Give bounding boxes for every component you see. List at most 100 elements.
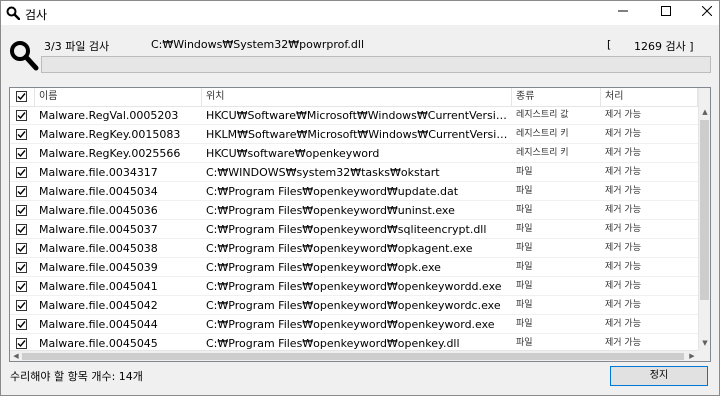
checkmark-icon	[17, 112, 26, 120]
table-row[interactable]: Malware.file.0045044 C:₩Program Files₩ope…	[10, 315, 698, 334]
stop-button[interactable]: 정지	[610, 366, 708, 386]
horizontal-scrollbar[interactable]: ◀ ▶	[10, 350, 698, 361]
row-action: 제거 가능	[605, 243, 641, 253]
table-row[interactable]: Malware.RegVal.0005203 HKCU₩Software₩Micr…	[10, 106, 698, 125]
row-location: C:₩Program Files₩openkeyword₩opkagent.ex…	[206, 242, 473, 255]
column-header-location[interactable]: 위치	[202, 88, 512, 106]
row-type: 파일	[516, 262, 533, 272]
checkmark-icon	[17, 207, 26, 215]
row-checkbox[interactable]	[16, 148, 27, 159]
row-location: C:₩Program Files₩openkeyword₩openkeyword…	[206, 318, 495, 331]
row-location: C:₩Program Files₩openkeyword₩uninst.exe	[206, 204, 455, 217]
row-checkbox[interactable]	[16, 338, 27, 349]
column-header-type[interactable]: 종류	[512, 88, 601, 106]
row-location: HKCU₩software₩openkeyword	[206, 147, 380, 160]
row-type: 레지스트리 키	[516, 129, 569, 139]
row-name: Malware.file.0045039	[39, 261, 158, 274]
table-row[interactable]: Malware.file.0045041 C:₩Program Files₩ope…	[10, 277, 698, 296]
table-row[interactable]: Malware.file.0034317 C:₩WINDOWS₩system32₩…	[10, 163, 698, 182]
row-checkbox[interactable]	[16, 243, 27, 254]
select-all-checkbox[interactable]	[16, 91, 27, 102]
row-checkbox[interactable]	[16, 205, 27, 216]
row-type: 파일	[516, 224, 533, 234]
table-row[interactable]: Malware.file.0045036 C:₩Program Files₩ope…	[10, 201, 698, 220]
result-list[interactable]: 이름 위치 종류 처리 Malware.RegVal.0005203 HKCU₩S…	[9, 87, 711, 362]
table-row[interactable]: Malware.RegKey.0025566 HKCU₩software₩open…	[10, 144, 698, 163]
table-row[interactable]: Malware.file.0045039 C:₩Program Files₩ope…	[10, 258, 698, 277]
vertical-scrollbar[interactable]: ▲ ▼	[698, 88, 710, 350]
maximize-icon	[661, 6, 671, 16]
row-checkbox[interactable]	[16, 129, 27, 140]
row-name: Malware.file.0045034	[39, 185, 158, 198]
list-header: 이름 위치 종류 처리	[10, 88, 710, 107]
checkmark-icon	[17, 131, 26, 139]
scroll-right-icon[interactable]: ▶	[686, 351, 698, 361]
column-header-action[interactable]: 처리	[601, 88, 698, 106]
row-checkbox[interactable]	[16, 281, 27, 292]
row-type: 파일	[516, 186, 533, 196]
current-scan-path: C:₩Windows₩System32₩powrprof.dll	[151, 38, 365, 51]
vertical-scroll-thumb[interactable]	[700, 120, 709, 300]
row-location: HKCU₩Software₩Microsoft₩Windows₩CurrentV…	[206, 109, 512, 122]
checkmark-icon	[17, 302, 26, 310]
checkmark-icon	[17, 226, 26, 234]
row-location: C:₩Program Files₩openkeyword₩update.dat	[206, 185, 459, 198]
row-action: 제거 가능	[605, 262, 641, 272]
row-checkbox[interactable]	[16, 319, 27, 330]
row-checkbox[interactable]	[16, 300, 27, 311]
row-type: 파일	[516, 281, 533, 291]
column-header-select-all[interactable]	[10, 88, 35, 106]
row-location: C:₩Program Files₩openkeyword₩openkeyword…	[206, 280, 502, 293]
scan-progress-bar	[41, 56, 711, 73]
table-row[interactable]: Malware.file.0045037 C:₩Program Files₩ope…	[10, 220, 698, 239]
column-header-name[interactable]: 이름	[35, 88, 202, 106]
table-row[interactable]: Malware.file.0045042 C:₩Program Files₩ope…	[10, 296, 698, 315]
checkmark-icon	[17, 245, 26, 253]
row-name: Malware.file.0045037	[39, 223, 158, 236]
row-type: 파일	[516, 167, 533, 177]
maximize-button[interactable]	[650, 1, 682, 25]
table-row[interactable]: Malware.file.0045038 C:₩Program Files₩ope…	[10, 239, 698, 258]
checkmark-icon	[17, 321, 26, 329]
checkmark-icon	[17, 150, 26, 158]
row-name: Malware.RegKey.0015083	[39, 128, 181, 141]
scan-count-bracket: [	[607, 38, 612, 51]
scroll-left-icon[interactable]: ◀	[10, 351, 22, 361]
table-row[interactable]: Malware.file.0045034 C:₩Program Files₩ope…	[10, 182, 698, 201]
row-name: Malware.file.0045038	[39, 242, 158, 255]
minimize-button[interactable]	[607, 1, 639, 25]
row-location: C:₩Program Files₩openkeyword₩openkeyword…	[206, 299, 501, 312]
row-checkbox[interactable]	[16, 262, 27, 273]
close-button[interactable]	[691, 1, 720, 25]
checkmark-icon	[17, 93, 26, 101]
checkmark-icon	[17, 188, 26, 196]
row-checkbox[interactable]	[16, 110, 27, 121]
row-checkbox[interactable]	[16, 167, 27, 178]
row-name: Malware.RegVal.0005203	[39, 109, 179, 122]
row-name: Malware.file.0034317	[39, 166, 158, 179]
table-row[interactable]: Malware.RegKey.0015083 HKLM₩Software₩Micr…	[10, 125, 698, 144]
horizontal-scroll-thumb[interactable]	[22, 353, 684, 360]
row-name: Malware.file.0045044	[39, 318, 158, 331]
scan-window: 검사 3/3 파일 검사 C:₩Windows₩System32₩powrpro…	[0, 0, 720, 396]
row-location: HKLM₩Software₩Microsoft₩Windows₩CurrentV…	[206, 128, 512, 141]
minimize-icon	[618, 10, 628, 12]
repair-count-status: 수리해야 할 항목 개수: 14개	[10, 370, 143, 383]
row-checkbox[interactable]	[16, 186, 27, 197]
row-type: 레지스트리 키	[516, 148, 569, 158]
row-action: 제거 가능	[605, 148, 641, 158]
row-action: 제거 가능	[605, 224, 641, 234]
scan-count: 1269 검사 ]	[634, 40, 694, 53]
close-icon	[701, 5, 713, 17]
checkmark-icon	[17, 283, 26, 291]
client-area: 3/3 파일 검사 C:₩Windows₩System32₩powrprof.d…	[1, 25, 719, 395]
row-type: 파일	[516, 319, 533, 329]
window-title: 검사	[25, 8, 48, 22]
scrollbar-corner	[698, 350, 710, 361]
row-type: 파일	[516, 243, 533, 253]
row-checkbox[interactable]	[16, 224, 27, 235]
scroll-up-icon[interactable]: ▲	[699, 106, 710, 119]
title-bar[interactable]: 검사	[1, 1, 719, 25]
checkmark-icon	[17, 264, 26, 272]
scroll-down-icon[interactable]: ▼	[699, 337, 710, 350]
